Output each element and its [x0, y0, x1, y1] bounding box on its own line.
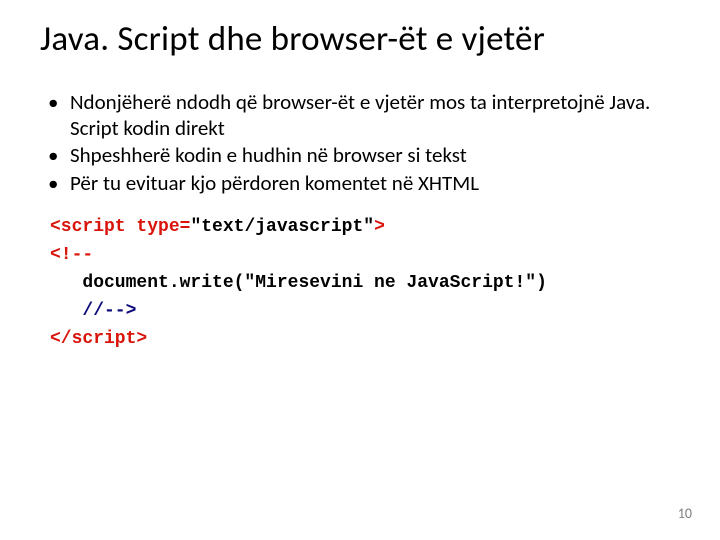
bullet-item: Ndonjëherë ndodh që browser-ët e vjetër …	[44, 90, 680, 141]
code-token: <script type=	[50, 217, 190, 237]
code-example: <script type="text/javascript"> <!-- doc…	[50, 214, 680, 353]
page-number: 10	[678, 505, 692, 522]
code-token: "text/javascript"	[190, 217, 374, 237]
code-line-5: </script>	[50, 326, 680, 354]
code-token: >	[374, 217, 385, 237]
bullet-item: Shpeshherë kodin e hudhin në browser si …	[44, 143, 680, 169]
code-line-3: document.write("Miresevini ne JavaScript…	[50, 270, 680, 298]
bullet-item: Për tu evituar kjo përdoren komentet në …	[44, 171, 680, 197]
code-line-1: <script type="text/javascript">	[50, 214, 680, 242]
bullet-list: Ndonjëherë ndodh që browser-ët e vjetër …	[44, 90, 680, 196]
slide-title: Java. Script dhe browser-ët e vjetër	[40, 18, 680, 60]
code-line-2: <!--	[50, 242, 680, 270]
code-line-4: //-->	[50, 298, 680, 326]
slide-content: Java. Script dhe browser-ët e vjetër Ndo…	[0, 0, 720, 354]
